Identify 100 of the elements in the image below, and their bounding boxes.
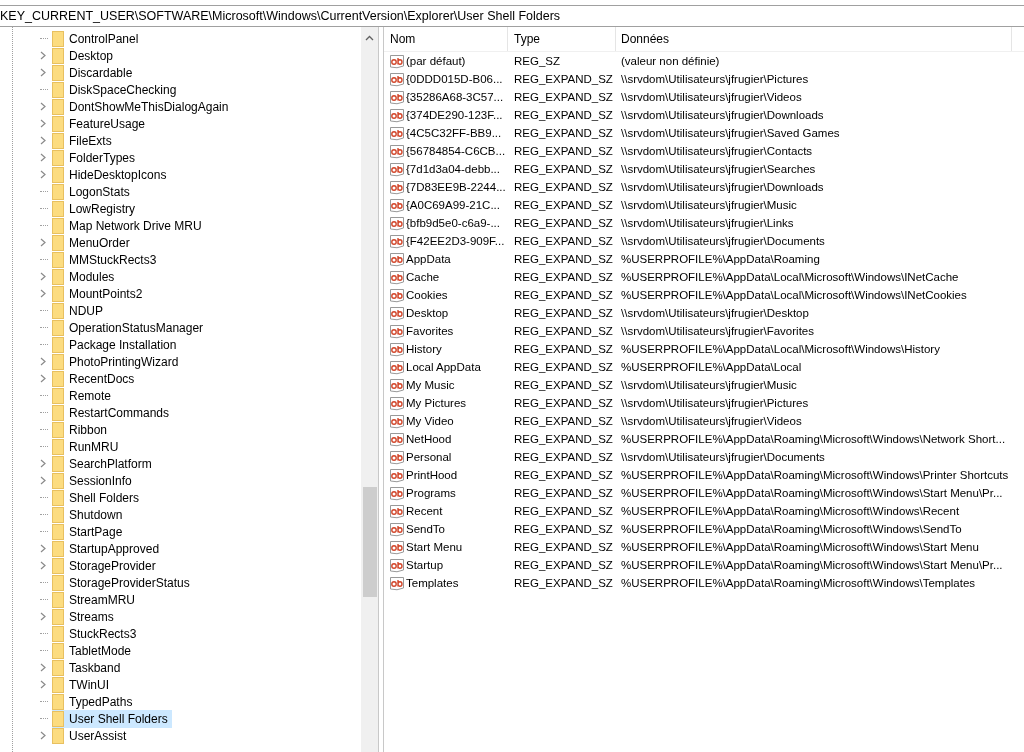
value-name[interactable]: Local AppData — [406, 359, 481, 377]
chevron-icon[interactable] — [40, 272, 46, 281]
tree-item[interactable]: Package Installation — [52, 335, 181, 354]
value-name[interactable]: AppData — [406, 251, 451, 269]
tree-item[interactable]: FileExts — [52, 131, 116, 150]
tree-item[interactable]: User Shell Folders — [52, 709, 172, 728]
chevron-icon[interactable] — [40, 612, 46, 621]
tree-item[interactable]: Desktop — [52, 46, 118, 65]
value-name[interactable]: Start Menu — [406, 539, 463, 557]
value-name[interactable]: {7d1d3a04-debb... — [406, 161, 500, 179]
chevron-icon[interactable] — [40, 731, 46, 740]
tree-item[interactable]: UserAssist — [52, 726, 131, 745]
chevron-icon[interactable] — [40, 561, 46, 570]
chevron-icon[interactable] — [40, 51, 46, 60]
tree-item[interactable]: RunMRU — [52, 437, 123, 456]
tree-item[interactable]: StreamMRU — [52, 590, 139, 609]
value-name[interactable]: {0DDD015D-B06... — [406, 71, 503, 89]
tree-item[interactable]: DontShowMeThisDialogAgain — [52, 97, 233, 116]
column-header[interactable]: Données — [616, 27, 1012, 51]
chevron-icon[interactable] — [40, 476, 46, 485]
tree-item[interactable]: SessionInfo — [52, 471, 136, 490]
tree-item[interactable]: RestartCommands — [52, 403, 174, 422]
value-name[interactable]: My Pictures — [406, 395, 467, 413]
chevron-icon[interactable] — [40, 153, 46, 162]
value-name[interactable]: Cookies — [406, 287, 448, 305]
value-name[interactable]: Personal — [406, 449, 452, 467]
tree-item[interactable]: TWinUI — [52, 675, 113, 694]
tree-item[interactable]: PhotoPrintingWizard — [52, 352, 183, 371]
chevron-icon[interactable] — [40, 136, 46, 145]
tree-item[interactable]: StorageProvider — [52, 556, 160, 575]
scroll-up-icon[interactable] — [365, 35, 374, 41]
tree-item[interactable]: MenuOrder — [52, 233, 134, 252]
value-data: %USERPROFILE%\AppData\Local\Microsoft\Windows\History — [620, 342, 940, 358]
value-name[interactable]: Templates — [406, 575, 459, 593]
chevron-icon[interactable] — [40, 170, 46, 179]
chevron-icon[interactable] — [40, 102, 46, 111]
value-name[interactable]: Cache — [406, 269, 440, 287]
address-bar[interactable]: KEY_CURRENT_USER\SOFTWARE\Microsoft\Windows\CurrentVersion\Explorer\User Shell Folders — [0, 5, 1024, 27]
tree-item[interactable]: OperationStatusManager — [52, 318, 208, 337]
tree-item[interactable]: NDUP — [52, 301, 107, 320]
value-name[interactable]: {4C5C32FF-BB9... — [406, 125, 502, 143]
tree-item[interactable]: HideDesktopIcons — [52, 165, 171, 184]
tree-item[interactable]: ControlPanel — [52, 29, 143, 48]
tree-item[interactable]: Shutdown — [52, 505, 127, 524]
scroll-thumb[interactable] — [362, 487, 377, 597]
value-name[interactable]: SendTo — [406, 521, 445, 539]
tree-item[interactable]: RecentDocs — [52, 369, 139, 388]
value-name[interactable]: Startup — [406, 557, 444, 575]
tree-item[interactable]: Discardable — [52, 63, 137, 82]
value-name[interactable]: {A0C69A99-21C... — [406, 197, 500, 215]
value-name[interactable]: Recent — [406, 503, 443, 521]
value-type: REG_EXPAND_SZ — [514, 181, 613, 194]
tree-item[interactable]: SearchPlatform — [52, 454, 156, 473]
tree-item[interactable]: LowRegistry — [52, 199, 140, 218]
chevron-icon[interactable] — [40, 119, 46, 128]
value-name[interactable]: PrintHood — [406, 467, 458, 485]
tree-item[interactable]: FolderTypes — [52, 148, 140, 167]
value-name[interactable]: History — [406, 341, 442, 359]
tree-item[interactable]: TypedPaths — [52, 692, 137, 711]
value-name[interactable]: My Video — [406, 413, 454, 431]
tree-item[interactable]: Modules — [52, 267, 119, 286]
value-name[interactable]: {374DE290-123F... — [406, 107, 503, 125]
value-name[interactable]: {bfb9d5e0-c6a9-... — [406, 215, 500, 233]
tree-item[interactable]: StorageProviderStatus — [52, 573, 194, 592]
tree-item[interactable]: StuckRects3 — [52, 624, 141, 643]
chevron-icon[interactable] — [40, 374, 46, 383]
tree-item[interactable]: Shell Folders — [52, 488, 144, 507]
value-name[interactable]: {35286A68-3C57... — [406, 89, 504, 107]
tree-item[interactable]: Streams — [52, 607, 118, 626]
value-name[interactable]: Desktop — [406, 305, 449, 323]
value-name[interactable]: NetHood — [406, 431, 452, 449]
value-name[interactable]: {F42EE2D3-909F... — [406, 233, 505, 251]
tree-item[interactable]: Taskband — [52, 658, 125, 677]
chevron-icon[interactable] — [40, 680, 46, 689]
chevron-icon[interactable] — [40, 459, 46, 468]
tree-item[interactable]: LogonStats — [52, 182, 134, 201]
value-name[interactable]: Favorites — [406, 323, 454, 341]
value-name[interactable]: Programs — [406, 485, 456, 503]
chevron-icon[interactable] — [40, 544, 46, 553]
tree-item[interactable]: MountPoints2 — [52, 284, 147, 303]
chevron-icon[interactable] — [40, 289, 46, 298]
value-name[interactable]: {56784854-C6CB... — [406, 143, 506, 161]
value-name[interactable]: (par défaut) — [406, 53, 466, 71]
value-name[interactable]: {7D83EE9B-2244... — [406, 179, 506, 197]
tree-item[interactable]: StartPage — [52, 522, 127, 541]
tree-item[interactable]: FeatureUsage — [52, 114, 150, 133]
tree-item[interactable]: TabletMode — [52, 641, 136, 660]
tree-item[interactable]: Ribbon — [52, 420, 112, 439]
chevron-icon[interactable] — [40, 357, 46, 366]
tree-item[interactable]: Map Network Drive MRU — [52, 216, 206, 235]
tree-item[interactable]: Remote — [52, 386, 116, 405]
column-header[interactable]: Nom — [384, 27, 508, 51]
chevron-icon[interactable] — [40, 68, 46, 77]
tree-item[interactable]: StartupApproved — [52, 539, 164, 558]
chevron-icon[interactable] — [40, 663, 46, 672]
tree-item[interactable]: MMStuckRects3 — [52, 250, 161, 269]
column-header[interactable]: Type — [508, 27, 616, 51]
chevron-icon[interactable] — [40, 238, 46, 247]
tree-item[interactable]: DiskSpaceChecking — [52, 80, 181, 99]
value-name[interactable]: My Music — [406, 377, 455, 395]
